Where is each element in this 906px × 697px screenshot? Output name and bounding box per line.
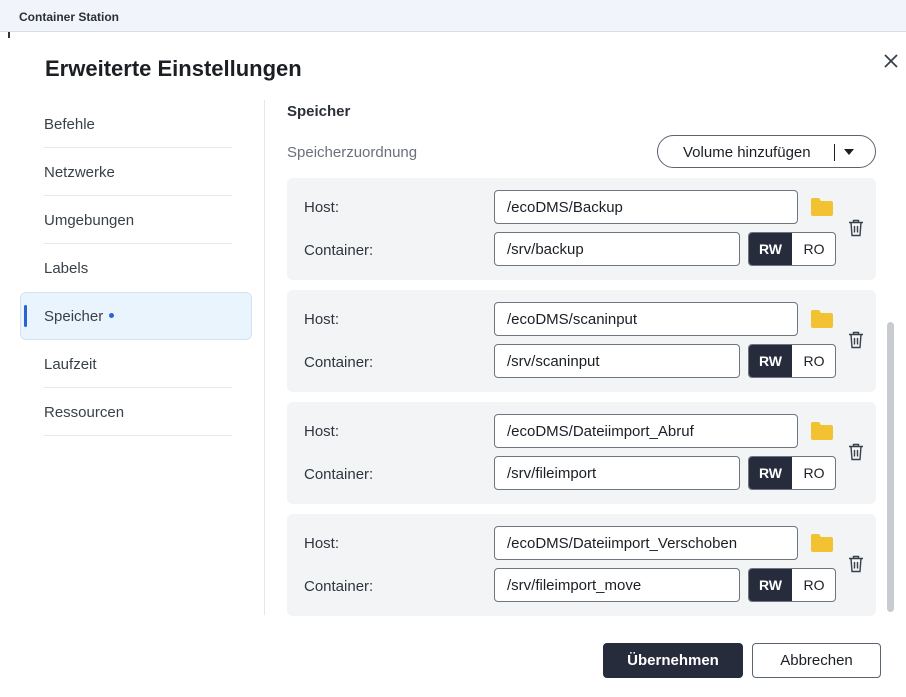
nav-item-speicher[interactable]: Speicher [20,292,252,340]
add-volume-label: Volume hinzufügen [683,144,811,161]
section-title: Speicher [287,103,351,120]
host-label: Host: [304,199,340,216]
access-mode-toggle: RW RO [748,232,836,266]
access-mode-toggle: RW RO [748,344,836,378]
active-indicator [24,305,27,327]
trash-icon[interactable] [848,331,864,349]
access-mode-toggle: RW RO [748,456,836,490]
container-label: Container: [304,242,374,259]
add-volume-button[interactable]: Volume hinzufügen [657,135,876,168]
unsaved-dot-icon [109,312,115,318]
panel-divider [264,100,265,615]
cancel-button[interactable]: Abbrechen [752,643,881,678]
app-title: Container Station [19,10,120,24]
ro-toggle[interactable]: RO [792,233,835,265]
nav-item-umgebungen[interactable]: Umgebungen [20,196,252,244]
folder-icon[interactable] [810,197,834,217]
host-path-value: /ecoDMS/scaninput [507,311,638,328]
host-label: Host: [304,423,340,440]
apply-button[interactable]: Übernehmen [603,643,743,678]
host-path-value: /ecoDMS/Dateiimport_Abruf [507,423,694,440]
trash-icon[interactable] [848,219,864,237]
rw-toggle[interactable]: RW [749,233,792,265]
nav-item-laufzeit[interactable]: Laufzeit [20,340,252,388]
split-divider [834,144,835,161]
container-path-value: /srv/scaninput [507,353,600,370]
folder-icon[interactable] [810,421,834,441]
rw-toggle[interactable]: RW [749,457,792,489]
nav-item-label: Laufzeit [44,356,97,373]
host-path-value: /ecoDMS/Dateiimport_Verschoben [507,535,738,552]
folder-icon[interactable] [810,533,834,553]
container-label: Container: [304,466,374,483]
nav-item-netzwerke[interactable]: Netzwerke [20,148,252,196]
host-label: Host: [304,311,340,328]
ro-toggle[interactable]: RO [792,569,835,601]
container-path-input[interactable]: /srv/fileimport_move [494,568,740,602]
container-path-value: /srv/fileimport [507,465,597,482]
container-path-value: /srv/backup [507,241,584,258]
caret-down-icon[interactable] [844,149,854,155]
container-path-input[interactable]: /srv/backup [494,232,740,266]
dialog-title: Erweiterte Einstellungen [45,56,302,81]
nav-item-befehle[interactable]: Befehle [20,100,252,148]
container-path-value: /srv/fileimport_move [507,577,642,594]
ro-toggle[interactable]: RO [792,345,835,377]
nav-item-ressourcen[interactable]: Ressourcen [20,388,252,436]
nav-item-label: Ressourcen [44,404,125,421]
container-label: Container: [304,354,374,371]
window-titlebar: Container Station [0,0,906,38]
folder-icon[interactable] [810,309,834,329]
nav-item-label: Netzwerke [44,164,115,181]
access-mode-toggle: RW RO [748,568,836,602]
trash-icon[interactable] [848,443,864,461]
volume-mapping-card: Host: /ecoDMS/Backup Container: /srv/bac… [287,178,876,280]
scrollbar-thumb[interactable] [887,322,894,612]
host-path-input[interactable]: /ecoDMS/Backup [494,190,798,224]
subsection-title: Speicherzuordnung [287,144,418,161]
nav-item-labels[interactable]: Labels [20,244,252,292]
container-path-input[interactable]: /srv/scaninput [494,344,740,378]
settings-nav: Befehle Netzwerke Umgebungen Labels Spei… [20,100,252,436]
host-path-value: /ecoDMS/Backup [507,199,623,216]
volume-mapping-card: Host: /ecoDMS/Dateiimport_Abruf Containe… [287,402,876,504]
container-label: Container: [304,578,374,595]
rw-toggle[interactable]: RW [749,345,792,377]
container-path-input[interactable]: /srv/fileimport [494,456,740,490]
nav-divider [44,435,232,436]
nav-item-label: Speicher [44,308,104,325]
volume-mapping-card: Host: /ecoDMS/scaninput Container: /srv/… [287,290,876,392]
host-path-input[interactable]: /ecoDMS/scaninput [494,302,798,336]
host-path-input[interactable]: /ecoDMS/Dateiimport_Verschoben [494,526,798,560]
ro-toggle[interactable]: RO [792,457,835,489]
close-icon[interactable] [880,50,902,72]
nav-item-label: Labels [44,260,89,277]
trash-icon[interactable] [848,555,864,573]
titlebar-marker [8,32,10,38]
nav-item-label: Befehle [44,116,95,133]
host-label: Host: [304,535,340,552]
rw-toggle[interactable]: RW [749,569,792,601]
nav-item-label: Umgebungen [44,212,135,229]
host-path-input[interactable]: /ecoDMS/Dateiimport_Abruf [494,414,798,448]
volume-mapping-card: Host: /ecoDMS/Dateiimport_Verschoben Con… [287,514,876,616]
